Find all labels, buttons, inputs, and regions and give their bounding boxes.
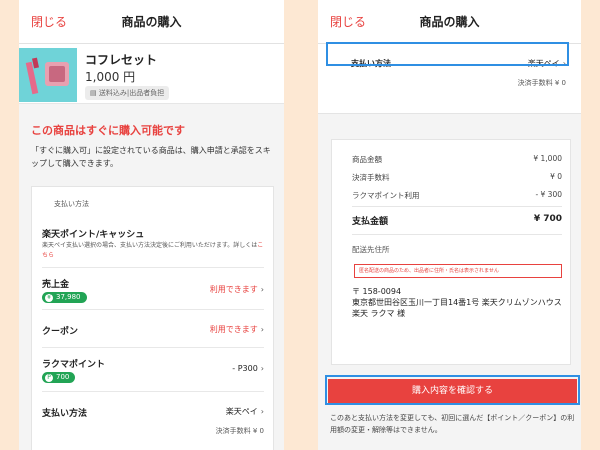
chevron-right-icon: › bbox=[260, 364, 264, 373]
chevron-right-icon: › bbox=[260, 325, 264, 334]
address-line: 東京都世田谷区玉川一丁目14番1号 楽天クリムゾンハウス bbox=[352, 298, 562, 307]
payment-fee: 決済手数料 ¥ 0 bbox=[215, 427, 264, 435]
recipient-name: 楽天 ラクマ 様 bbox=[352, 309, 406, 318]
shipping-address: 〒 158-0094 東京都世田谷区玉川一丁目14番1号 楽天クリムゾンハウス … bbox=[352, 286, 562, 319]
product-thumbnail bbox=[19, 48, 77, 102]
truck-icon: ▤ bbox=[90, 89, 99, 97]
available-description: 「すぐに購入可」に設定されている商品は、購入申請と承認をスキップして購入できます… bbox=[31, 146, 271, 168]
confirm-purchase-button[interactable]: 購入内容を確認する bbox=[328, 379, 577, 403]
row-coupon[interactable]: クーポン 利用できます › bbox=[42, 309, 264, 347]
shipping-badge: ▤ 送料込み|出品者負担 bbox=[85, 86, 170, 100]
right-screen: 閉じる 商品の購入 支払い方法 楽天ペイ › 決済手数料 ¥ 0 商品金額 ¥ 1,… bbox=[318, 0, 581, 450]
chevron-right-icon: › bbox=[260, 285, 264, 294]
header: 閉じる 商品の購入 bbox=[19, 0, 284, 44]
payment-section-label: 支払い方法 bbox=[54, 200, 89, 208]
payment-method-value: 楽天ペイ › bbox=[225, 407, 264, 416]
address-label: 配送先住所 bbox=[352, 245, 390, 254]
row-points[interactable]: ラクマポイント P 700 - P300 › bbox=[42, 347, 264, 391]
point-icon: P bbox=[45, 374, 53, 382]
payment-change-note: このあと支払い方法を変更しても、初回に選んだ【ポイント／クーポン】の利用額の変更… bbox=[330, 414, 575, 434]
coupon-value: 利用できます › bbox=[209, 325, 264, 334]
confirm-highlight-box: 購入内容を確認する bbox=[325, 375, 580, 405]
left-screen: 閉じる 商品の購入 コフレセット 1,000 円 ▤ 送料込み|出品者負担 この… bbox=[19, 0, 284, 450]
anonymous-warning: 匿名配送の商品のため、出品者に住所・氏名は表示されません bbox=[354, 264, 562, 278]
product-price: 1,000 円 bbox=[85, 70, 136, 84]
page-title: 商品の購入 bbox=[419, 15, 480, 29]
sales-value: 利用できます › bbox=[209, 285, 264, 294]
product-name: コフレセット bbox=[85, 53, 158, 67]
postal-code: 〒 158-0094 bbox=[352, 287, 402, 296]
payment-card: 支払い方法 楽天ポイント/キャッシュ 楽天ペイ支払い選択の場合、支払い方法決定後… bbox=[31, 186, 274, 450]
yen-icon: ¥ bbox=[45, 294, 53, 302]
header: 閉じる 商品の購入 bbox=[318, 0, 581, 44]
chevron-right-icon: › bbox=[260, 407, 264, 416]
points-badge: P 700 bbox=[42, 372, 76, 383]
payment-fee: 決済手数料 ¥ 0 bbox=[517, 79, 566, 87]
points-value: - P300 › bbox=[232, 364, 264, 373]
order-summary-card: 商品金額 ¥ 1,000 決済手数料 ¥ 0 ラクマポイント利用 - ¥ 300 支払… bbox=[331, 139, 571, 365]
page-title: 商品の購入 bbox=[121, 15, 182, 29]
available-title: この商品はすぐに購入可能です bbox=[31, 124, 185, 137]
product-summary[interactable]: コフレセット 1,000 円 ▤ 送料込み|出品者負担 bbox=[19, 44, 284, 104]
payment-option-title: 楽天ポイント/キャッシュ bbox=[42, 230, 145, 240]
payment-option-note: 楽天ペイ支払い選択の場合、支払い方法決定後にご利用いただけます。詳しくはこちら bbox=[42, 242, 264, 259]
points-highlight-box bbox=[326, 42, 569, 66]
row-payment-method[interactable]: 支払い方法 楽天ペイ › 決済手数料 ¥ 0 bbox=[42, 391, 264, 450]
sales-badge: ¥37,980 bbox=[42, 292, 87, 303]
row-sales[interactable]: 売上金 ¥37,980 利用できます › bbox=[42, 267, 264, 309]
